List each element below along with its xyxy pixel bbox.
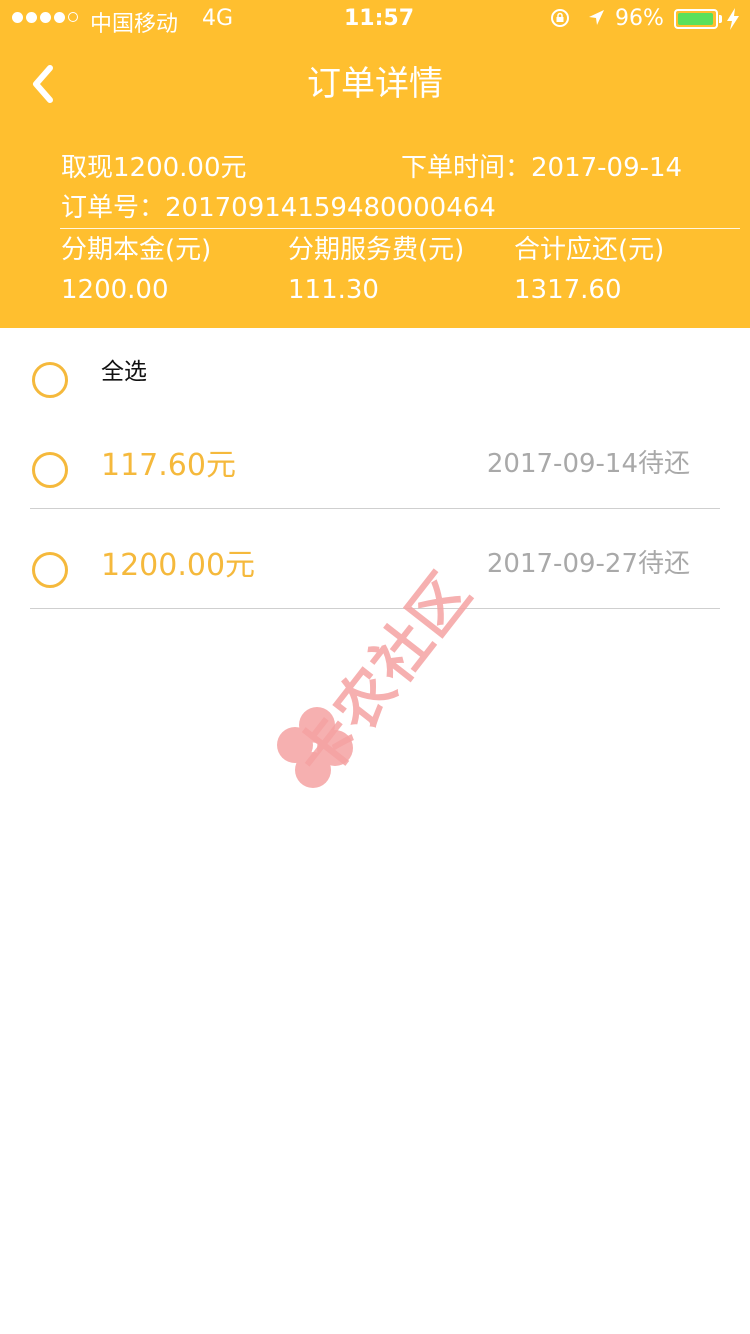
signal-strength-icon	[12, 12, 78, 28]
order-time: 下单时间：2017-09-14	[401, 153, 683, 183]
service-fee-label: 分期服务费(元)	[288, 235, 465, 265]
installment-2-amount: 1200.00元	[101, 548, 256, 583]
rotation-lock-icon	[551, 9, 569, 27]
status-bar: 中国移动 4G 11:57 96%	[0, 0, 750, 40]
installment-1-due-date: 2017-09-14待还	[486, 449, 690, 479]
installment-1-amount: 117.60元	[101, 448, 236, 483]
battery-icon	[674, 9, 718, 29]
location-arrow-icon	[589, 10, 604, 25]
charging-bolt-icon	[727, 8, 739, 30]
installment-1-radio[interactable]	[32, 452, 68, 488]
installment-2-radio[interactable]	[32, 552, 68, 588]
battery-percentage: 96%	[615, 6, 664, 31]
status-time: 11:57	[344, 6, 415, 31]
battery-cap	[719, 15, 722, 23]
carrier-name: 中国移动	[90, 12, 179, 37]
header-divider	[60, 228, 740, 229]
service-fee-value: 111.30	[288, 275, 379, 305]
principal-label: 分期本金(元)	[61, 235, 212, 265]
installment-2-due-date: 2017-09-27待还	[486, 549, 690, 579]
withdraw-amount: 取现1200.00元	[61, 153, 247, 183]
total-label: 合计应还(元)	[514, 235, 665, 265]
network-type: 4G	[202, 6, 234, 31]
row-divider	[30, 508, 720, 509]
principal-value: 1200.00	[61, 275, 169, 305]
watermark-text: 卡农社区	[283, 559, 485, 791]
order-number: 订单号：20170914159480000464	[61, 193, 496, 223]
select-all-label[interactable]: 全选	[101, 352, 147, 386]
select-all-radio[interactable]	[32, 362, 68, 398]
order-header: 中国移动 4G 11:57 96% 订单详情 取现1200.00元 下单时间：2…	[0, 0, 750, 328]
page-title: 订单详情	[307, 64, 443, 104]
total-value: 1317.60	[514, 275, 622, 305]
